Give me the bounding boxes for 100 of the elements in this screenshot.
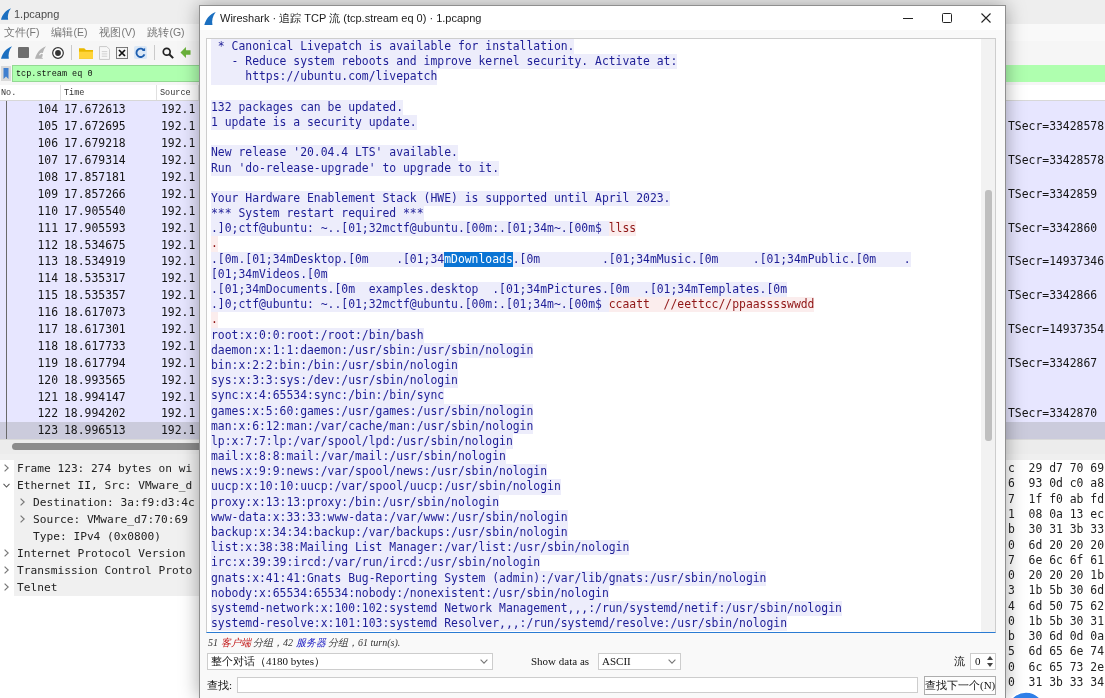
table-cell-text: 192.1 — [161, 271, 197, 286]
server-text: - Reduce system reboots and improve kernel security. Activate at: — [211, 54, 678, 70]
filter-field[interactable]: tcp.stream eq 0 — [12, 65, 199, 82]
server-text: .]0;ctf@ubuntu: ~..[01;32mctf@ubuntu.[00m:.[01;34m~.[00m$ — [211, 297, 609, 313]
vertical-scrollbar[interactable] — [981, 39, 995, 632]
table-cell-text: 192.1 — [161, 203, 197, 218]
table-cell-text: 17.857266 — [64, 186, 127, 201]
table-cell: 112 — [37, 237, 58, 252]
table-cell-text: 17.857181 — [64, 170, 127, 184]
hex-dump-line: b 30 31 3b 33 — [1007, 522, 1105, 538]
table-cell-text: 192.1 — [161, 170, 197, 184]
tree-item[interactable]: Telnet — [17, 580, 58, 594]
table-cell: 122 — [37, 406, 58, 421]
table-cell: 111 — [37, 220, 58, 235]
server-text: irc:x:39:39:ircd:/var/run/ircd:/usr/sbin/nologin — [211, 555, 541, 571]
column-header[interactable]: No. — [0, 85, 61, 100]
target-icon[interactable] — [52, 46, 64, 59]
server-text: list:x:38:38:Mailing List Manager:/var/list:/usr/sbin/nologin — [211, 540, 630, 556]
table-cell-text: 192.1 — [161, 389, 197, 404]
server-text: daemon:x:1:1:daemon:/usr/sbin:/usr/sbin/nologin — [211, 342, 534, 358]
table-cell-text: 18.994147 — [64, 389, 127, 404]
shark-fin-icon[interactable] — [1, 46, 12, 59]
table-cell-text: 17.672695 — [64, 119, 127, 134]
client-text: ccaatt //eettcc//ppaasssswwdd — [608, 297, 815, 313]
table-cell: 121 — [37, 389, 58, 404]
server-text: New release '20.04.4 LTS' available. — [211, 145, 458, 161]
table-cell-text: 17.905540 — [64, 203, 127, 218]
table-cell: 104 — [37, 102, 58, 117]
table-cell: 118 — [37, 338, 58, 353]
left-arrow-icon[interactable] — [180, 47, 191, 58]
close-icon — [980, 13, 991, 23]
server-text: 132 packages can be updated. — [211, 99, 404, 115]
table-cell-text: 17.679218 — [64, 136, 127, 151]
window-title: 1.pcapng — [14, 8, 60, 20]
stream-text-area[interactable] — [206, 38, 996, 633]
hex-dump-line: 7 1f f0 ab fd — [1007, 491, 1105, 507]
table-cell: 114 — [37, 271, 58, 286]
table-cell-text: 17.679314 — [64, 153, 127, 168]
menu-item[interactable]: 跳转(G) — [147, 25, 185, 40]
server-text: .[0m .[01;34mMusic.[0m .[01;34mPublic.[0m . — [512, 251, 911, 267]
table-cell: TSecr=3342870 — [1008, 406, 1098, 421]
menu-item[interactable]: 编辑(E) — [51, 25, 88, 40]
table-cell-text: 192.1 — [161, 136, 197, 151]
table-cell-text: 18.535357 — [64, 288, 127, 303]
menu-item[interactable]: 视图(V) — [99, 25, 136, 40]
table-cell-text: 192.1 — [161, 254, 197, 269]
table-cell: TSecr=3342859 — [1008, 186, 1098, 201]
x-box-icon[interactable] — [116, 46, 128, 59]
chevron-down-icon[interactable] — [2, 482, 10, 488]
hex-dump-line: 0 31 3b 33 34 — [1007, 675, 1105, 691]
caret-icon — [668, 658, 677, 664]
chevron-right-icon[interactable] — [19, 498, 25, 507]
conversation-select[interactable]: 整个对话（4180 bytes） — [207, 652, 493, 670]
server-text: https://ubuntu.com/livepatch — [211, 69, 438, 85]
data-format-select[interactable]: ASCII — [598, 652, 682, 670]
chevron-right-icon[interactable] — [3, 549, 9, 558]
client-text: . — [211, 236, 218, 252]
server-text: games:x:5:60:games:/usr/games:/usr/sbin/nologin — [211, 403, 534, 419]
search-icon[interactable] — [162, 46, 174, 59]
table-cell: 119 — [37, 355, 58, 370]
server-text: *** System restart required *** — [211, 206, 424, 222]
server-text: systemd-network:x:100:102:systemd Network Management,,,:/run/systemd/netif:/usr/sbin/nologin — [211, 600, 842, 617]
table-cell-text: 192.1 — [161, 237, 197, 252]
table-cell-text: 192.1 — [161, 372, 197, 387]
chevron-right-icon[interactable] — [3, 566, 9, 575]
table-cell: 117 — [37, 322, 58, 336]
hex-dump-line: 0 1b 5b 30 31 — [1007, 613, 1105, 630]
table-cell: 106 — [37, 136, 58, 151]
chevron-right-icon[interactable] — [3, 583, 9, 592]
dialog-title: Wireshark · 追踪 TCP 流 (tcp.stream eq 0) · 1.pcapng — [220, 10, 482, 26]
table-cell: 109 — [37, 186, 58, 201]
menu-item[interactable]: 文件(F) — [4, 25, 40, 40]
table-cell-text: 18.617301 — [64, 322, 127, 336]
server-text: mail:x:8:8:mail:/var/mail:/usr/sbin/nologin — [211, 449, 506, 465]
chevron-right-icon[interactable] — [3, 464, 9, 473]
table-cell-text: 192.1 — [161, 305, 197, 320]
table-cell-text: 192.1 — [161, 102, 197, 117]
column-header[interactable]: Time — [61, 85, 157, 100]
stream-summary: 51 客户端 分组，42 服务器 分组，61 turn(s). — [207, 636, 401, 649]
chevron-right-icon[interactable] — [19, 515, 25, 524]
table-cell: TSecr=33428578 — [1008, 119, 1104, 134]
maximize-icon — [941, 13, 952, 23]
find-field[interactable] — [237, 677, 918, 693]
table-cell: TSecr=14937354 — [1008, 322, 1104, 336]
bookmark-icon[interactable] — [1, 66, 11, 81]
server-text: Your Hardware Enablement Stack (HWE) is supported until April 2023. — [211, 190, 671, 207]
hex-dump-line: b 30 6d 0d 0a — [1007, 629, 1105, 645]
stream-spinbox[interactable]: 0 — [970, 652, 996, 670]
field-label: 查找: — [207, 677, 233, 693]
hex-dump-line: 1 08 0a 13 ec — [1007, 506, 1105, 523]
table-cell: TSecr=3342860 — [1008, 220, 1098, 235]
table-cell: 113 — [37, 254, 58, 269]
table-cell-text: 192.1 — [161, 220, 197, 235]
find-next-button[interactable]: 查找下一个(N) — [924, 675, 996, 695]
server-text: sys:x:3:3:sys:/dev:/usr/sbin/nologin — [211, 373, 458, 389]
table-cell-text: 18.996513 — [64, 423, 127, 438]
reload-icon[interactable] — [134, 46, 147, 59]
table-cell: 120 — [37, 372, 58, 387]
table-cell-text: 192.1 — [161, 355, 197, 370]
field-label: Show data as — [531, 655, 590, 667]
